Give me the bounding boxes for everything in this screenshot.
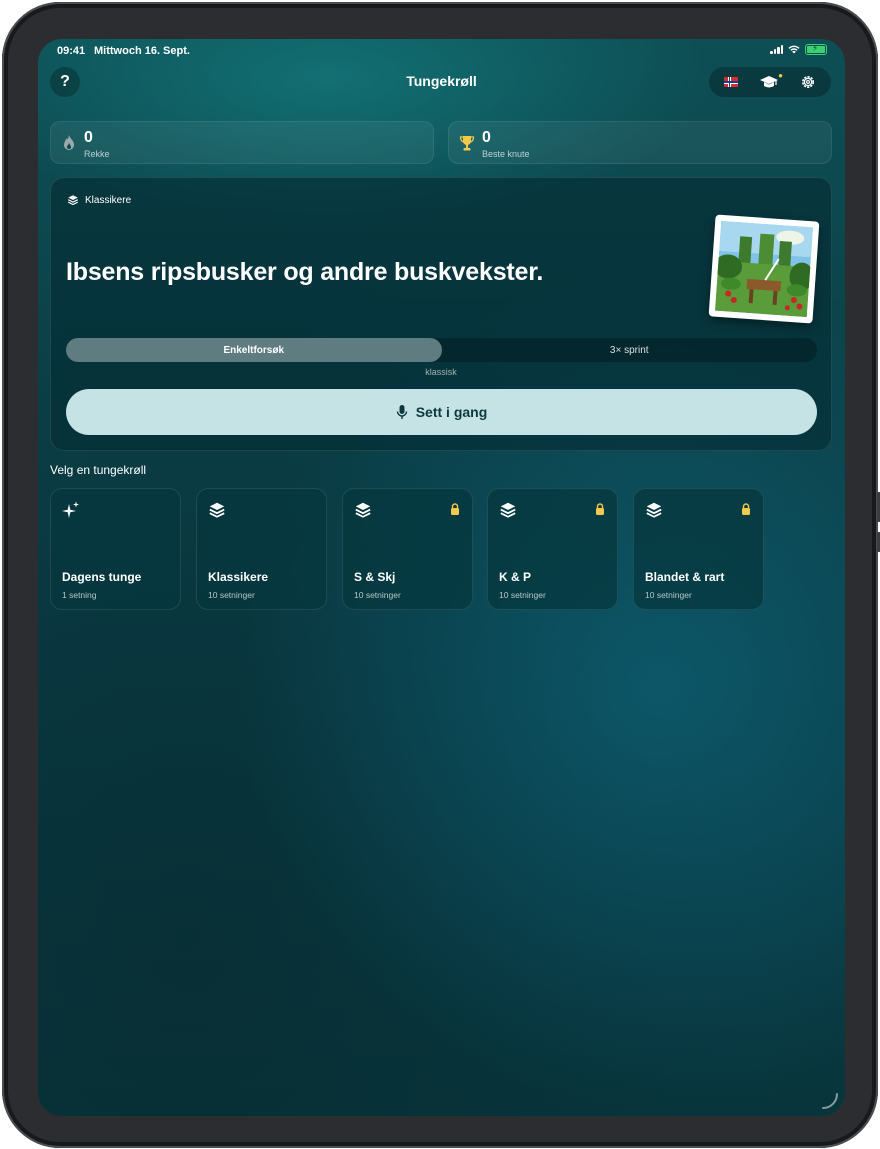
pack-tile-blandet-rart[interactable]: Blandet & rart 10 setninger bbox=[633, 488, 764, 610]
stack-icon bbox=[209, 502, 225, 518]
toolbar-pill: ● bbox=[709, 67, 831, 97]
lock-icon bbox=[596, 503, 604, 515]
status-date: Mittwoch 16. Sept. bbox=[94, 45, 190, 57]
resize-corner-icon bbox=[822, 1093, 838, 1109]
stack-icon bbox=[646, 502, 662, 518]
pack-count: 10 setninger bbox=[499, 590, 546, 600]
microphone-icon bbox=[396, 405, 407, 419]
lock-icon bbox=[451, 503, 459, 515]
ipad-frame: 09:41 Mittwoch 16. Sept. ⚡ ? Tungekrøll bbox=[2, 2, 880, 1148]
status-indicators: ⚡ bbox=[770, 43, 827, 55]
streak-value: 0 bbox=[84, 129, 93, 146]
pack-count: 10 setninger bbox=[354, 590, 401, 600]
lock-icon: ● bbox=[778, 71, 783, 80]
pack-count: 10 setninger bbox=[208, 590, 255, 600]
pack-count: 1 setning bbox=[62, 590, 97, 600]
pack-tile-k-p[interactable]: K & P 10 setninger bbox=[487, 488, 618, 610]
sparkles-icon bbox=[62, 501, 79, 518]
streak-card: 0 Rekke bbox=[50, 121, 434, 164]
graduation-cap-icon[interactable]: ● bbox=[759, 71, 783, 90]
status-time: 09:41 bbox=[57, 45, 86, 57]
featured-sentence: Ibsens ripsbusker og andre buskvekster. bbox=[66, 258, 544, 286]
mode-single[interactable]: Enkeltforsøk bbox=[66, 338, 442, 362]
wifi-icon bbox=[788, 45, 800, 54]
gear-icon[interactable] bbox=[800, 74, 816, 90]
featured-illustration bbox=[708, 214, 820, 324]
mode-sprint[interactable]: 3× sprint bbox=[442, 338, 818, 362]
start-button[interactable]: Sett i gang bbox=[66, 389, 817, 435]
mode-segmented-control: Enkeltforsøk 3× sprint bbox=[66, 338, 817, 362]
featured-card: Klassikere Ibsens ripsbusker og andre bu… bbox=[50, 177, 832, 451]
norway-flag-icon[interactable] bbox=[723, 77, 738, 87]
featured-category-label: Klassikere bbox=[85, 194, 132, 206]
signal-icon bbox=[770, 45, 783, 54]
best-card: 0 Beste knute bbox=[448, 121, 832, 164]
section-title: Velg en tungekrøll bbox=[50, 463, 147, 477]
best-value: 0 bbox=[482, 129, 491, 146]
trophy-icon bbox=[459, 136, 475, 151]
lock-icon bbox=[742, 503, 750, 515]
featured-category: Klassikere bbox=[67, 194, 131, 206]
pack-tile-s-skj[interactable]: S & Skj 10 setninger bbox=[342, 488, 473, 610]
pack-tile-dagens-tunge[interactable]: Dagens tunge 1 setning bbox=[50, 488, 181, 610]
streak-label: Rekke bbox=[84, 149, 110, 159]
pack-title: S & Skj bbox=[354, 570, 396, 584]
stack-icon bbox=[67, 195, 79, 206]
pack-title: Dagens tunge bbox=[62, 570, 142, 584]
pack-title: K & P bbox=[499, 570, 532, 584]
pack-title: Klassikere bbox=[208, 570, 269, 584]
pack-count: 10 setninger bbox=[645, 590, 692, 600]
pack-tile-klassikere[interactable]: Klassikere 10 setninger bbox=[196, 488, 327, 610]
mode-caption: klassisk bbox=[425, 367, 457, 377]
stack-icon bbox=[355, 502, 371, 518]
pack-title: Blandet & rart bbox=[645, 570, 725, 584]
battery-icon: ⚡ bbox=[805, 43, 827, 55]
start-button-label: Sett i gang bbox=[415, 404, 488, 420]
status-bar: 09:41 Mittwoch 16. Sept. ⚡ bbox=[38, 39, 845, 63]
app-screen: 09:41 Mittwoch 16. Sept. ⚡ ? Tungekrøll bbox=[38, 39, 845, 1116]
flame-icon bbox=[64, 135, 74, 150]
stack-icon bbox=[500, 502, 516, 518]
best-label: Beste knute bbox=[482, 149, 530, 159]
